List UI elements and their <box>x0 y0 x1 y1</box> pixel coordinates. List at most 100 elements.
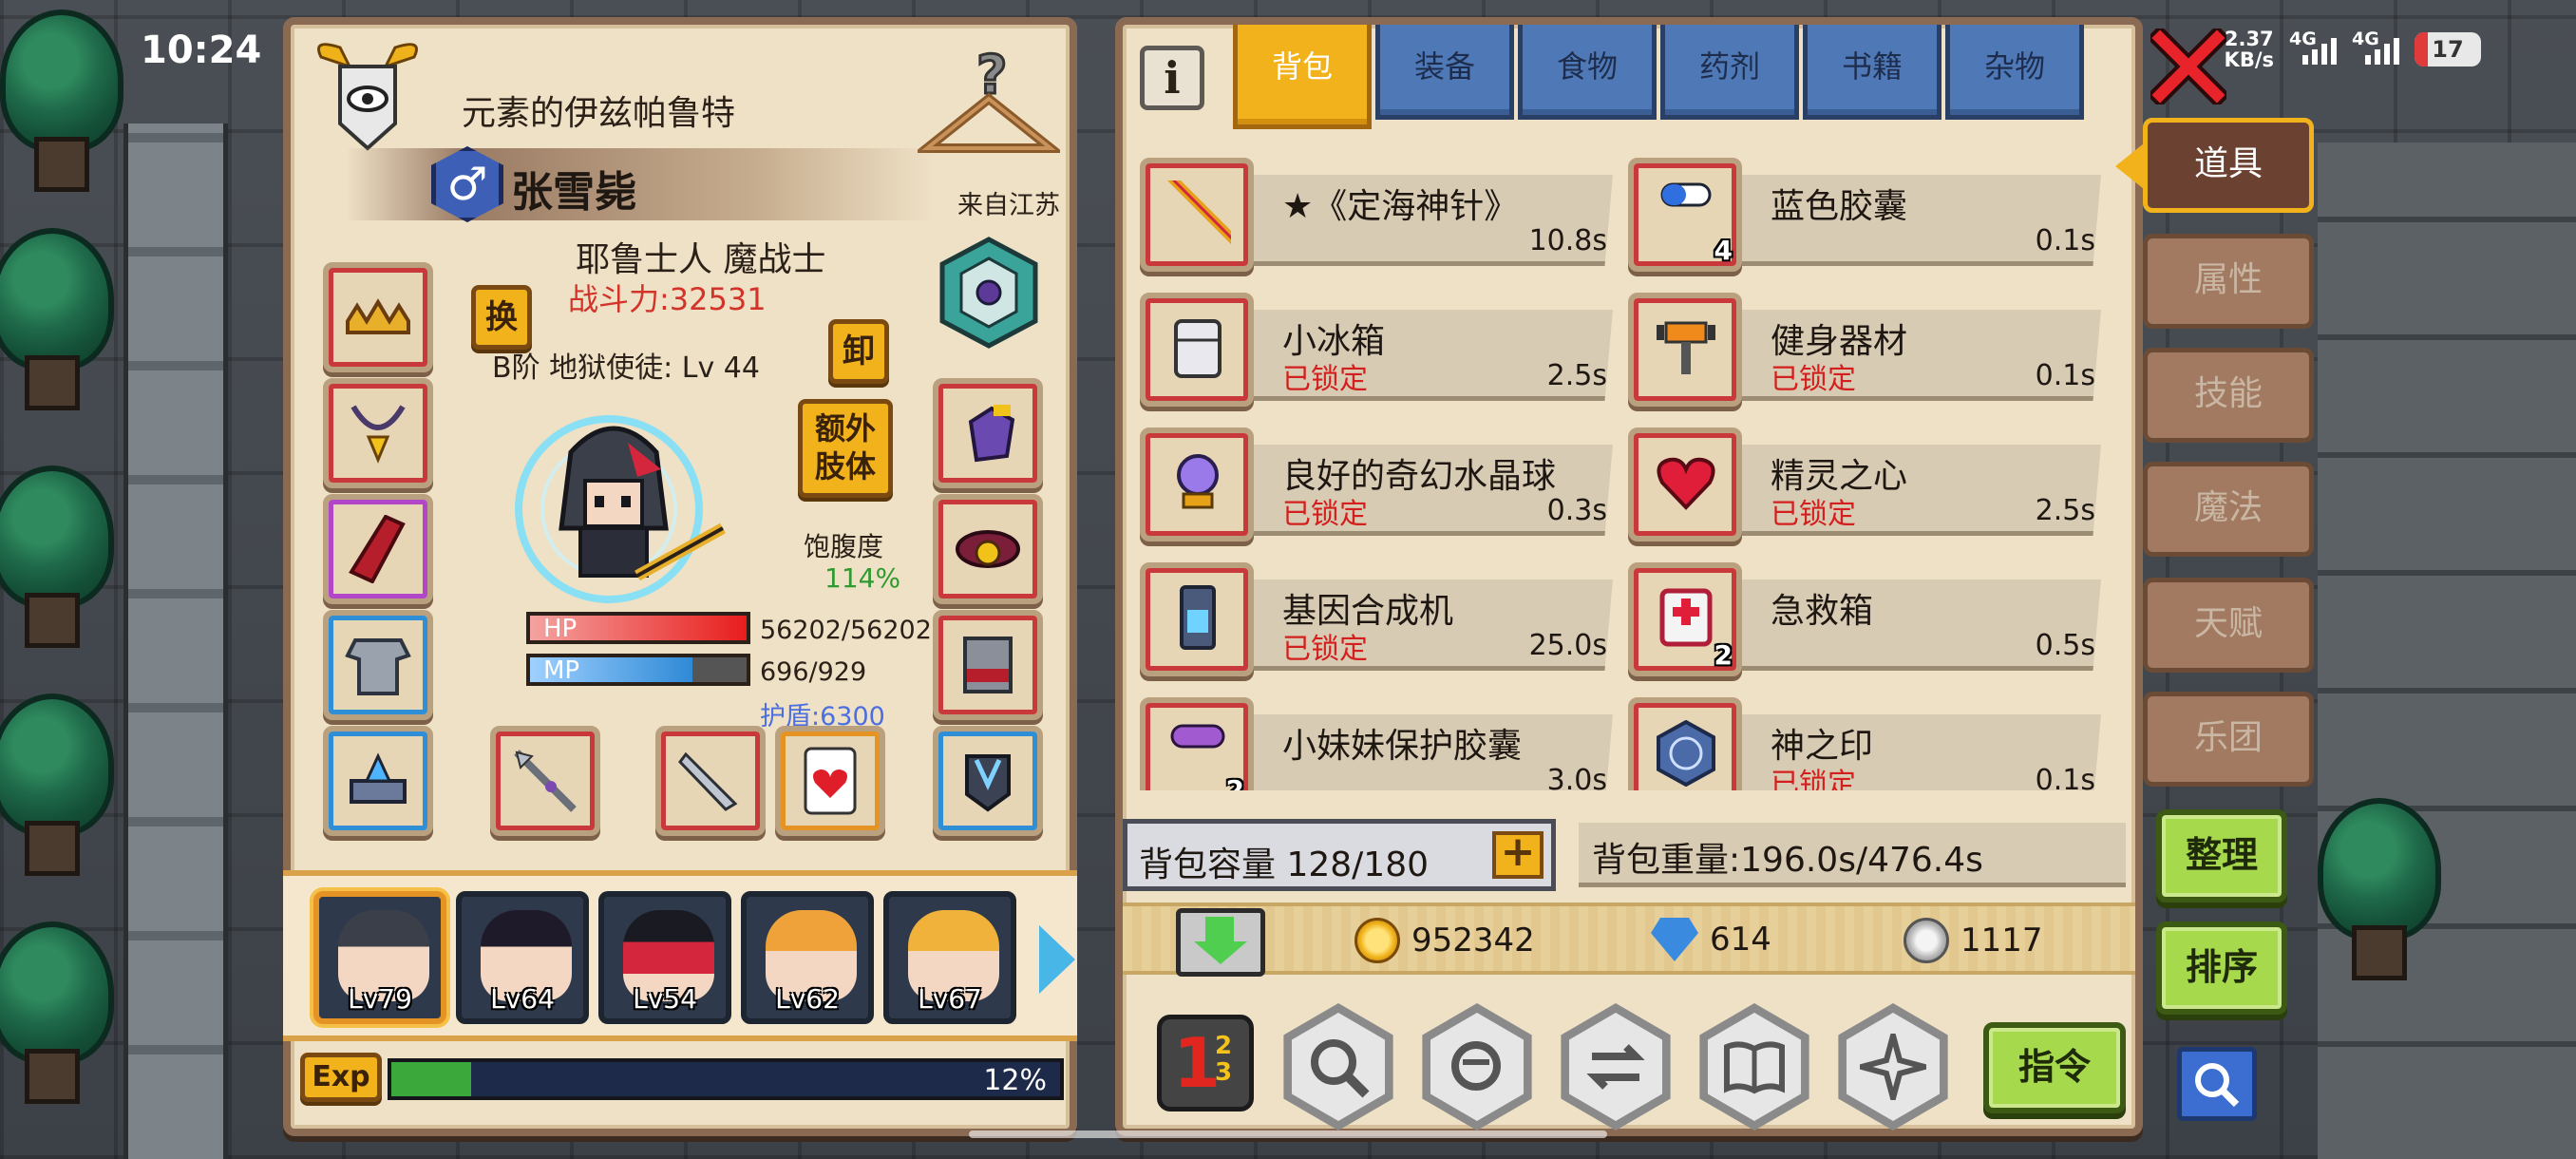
necklace-icon <box>350 405 406 464</box>
item-locked: 已锁定 <box>1771 768 1856 790</box>
item-weight: 0.1s <box>2035 359 2095 392</box>
quickslot-number-icon[interactable] <box>1157 1015 1254 1112</box>
tree-decoration <box>0 922 114 1104</box>
tree-decoration <box>0 10 123 192</box>
close-icon[interactable] <box>2150 28 2226 104</box>
search-icon <box>1451 1041 1501 1091</box>
command-button[interactable]: 指令 <box>1983 1022 2126 1113</box>
download-icon[interactable] <box>1176 908 1265 977</box>
equip-slot-neck[interactable] <box>323 378 433 488</box>
character-panel: 元素的伊兹帕鲁特 ? ♂ 张雪毙 来自江苏 耶鲁士人 魔战士 战斗力:32531… <box>283 17 1077 1136</box>
item-weight: 2.5s <box>2035 494 2095 527</box>
equip-slot-weapon-main[interactable] <box>490 726 600 836</box>
party-member-level: Lv67 <box>918 983 982 1015</box>
party-next-arrow-icon[interactable] <box>1039 925 1075 994</box>
inventory-item[interactable]: 小冰箱 已锁定 2.5s <box>1140 293 1615 407</box>
equip-slot-boots[interactable] <box>933 726 1043 836</box>
item-weight: 3.0s <box>1546 764 1607 790</box>
tab-food[interactable]: 食物 <box>1518 25 1657 120</box>
extra-limb-button[interactable]: 额外 肢体 <box>798 399 893 498</box>
blade-icon <box>678 751 738 811</box>
transfer-button[interactable] <box>1561 1003 1671 1130</box>
inventory-item[interactable]: 精灵之心 已锁定 2.5s <box>1628 428 2103 542</box>
inventory-panel: i 背包 装备 食物 药剂 书籍 杂物 ★《定海神针》 10.8s 4 蓝色胶囊 <box>1115 17 2143 1136</box>
equip-slot-armor[interactable] <box>323 610 433 720</box>
swap-button[interactable]: 换 <box>471 285 532 350</box>
exp-bar-container: Exp 12% <box>300 1049 1071 1106</box>
exp-bar-fill <box>391 1062 472 1096</box>
equip-slot-gloves[interactable] <box>933 378 1043 488</box>
skull-collar-icon <box>956 530 1020 568</box>
expand-capacity-button[interactable]: + <box>1492 831 1544 879</box>
sort-button[interactable]: 排序 <box>2156 922 2287 1015</box>
tab-backpack[interactable]: 背包 <box>1233 25 1372 129</box>
equip-slot-belt[interactable] <box>323 726 433 836</box>
info-button[interactable]: i <box>1140 46 1204 110</box>
race-class: 耶鲁士人 魔战士 <box>576 240 826 279</box>
combat-power: 战斗力:32531 <box>568 281 767 317</box>
inventory-item[interactable]: 4 蓝色胶囊 0.1s <box>1628 158 2103 272</box>
side-tab-attributes[interactable]: 属性 <box>2143 234 2314 329</box>
organize-button[interactable]: 整理 <box>2156 809 2287 902</box>
battery-icon: 17 <box>2415 32 2481 66</box>
heart-icon <box>1657 457 1715 510</box>
party-member[interactable]: Lv64 <box>456 891 589 1024</box>
search-item-button[interactable] <box>1422 1003 1532 1130</box>
weight-box: 背包重量:196.0s/476.4s <box>1579 823 2126 887</box>
auto-button[interactable] <box>1838 1003 1948 1130</box>
capacity-box: 背包容量 128/180 + <box>1123 819 1556 891</box>
guild-name: 元素的伊兹帕鲁特 <box>462 94 736 133</box>
inventory-item[interactable]: 良好的奇幻水晶球 已锁定 0.3s <box>1140 428 1615 542</box>
item-name: 小妹妹保护胶囊 <box>1282 727 1523 766</box>
search-button[interactable] <box>2177 1047 2257 1121</box>
hp-value: 56202/56202 <box>760 616 932 645</box>
tab-equipment[interactable]: 装备 <box>1375 25 1514 120</box>
guild-emblem-icon <box>317 43 418 151</box>
crystal-belt-icon <box>350 752 407 804</box>
party-member[interactable]: Lv67 <box>883 891 1016 1024</box>
magnifier-icon <box>1311 1039 1370 1098</box>
party-member-level: Lv62 <box>775 983 840 1015</box>
side-tab-skills[interactable]: 技能 <box>2143 348 2314 443</box>
stone-room <box>2318 142 2576 1159</box>
hero-sprite <box>515 415 726 603</box>
inventory-item[interactable]: 2 急救箱 0.5s <box>1628 562 2103 676</box>
equip-slot-ring[interactable] <box>933 494 1043 604</box>
character-name: 张雪毙 <box>511 168 636 217</box>
tab-potions[interactable]: 药剂 <box>1660 25 1799 120</box>
equip-slot-legs[interactable] <box>933 610 1043 720</box>
equip-slot-card[interactable] <box>775 726 885 836</box>
item-weight: 0.5s <box>2035 629 2095 662</box>
party-member[interactable]: Lv62 <box>741 891 874 1024</box>
party-member[interactable]: Lv54 <box>598 891 731 1024</box>
sapphire-shield-icon[interactable] <box>937 236 1041 350</box>
satiety-value: 114% <box>824 562 901 594</box>
thorn-crown-icon <box>346 298 410 334</box>
side-tab-band[interactable]: 乐团 <box>2143 692 2314 787</box>
side-tab-talent[interactable]: 天赋 <box>2143 578 2314 673</box>
item-slot <box>1628 697 1742 790</box>
party-member[interactable]: Lv79 <box>313 891 446 1024</box>
manual-button[interactable] <box>1699 1003 1809 1130</box>
item-weight: 25.0s <box>1528 629 1607 662</box>
item-slot <box>1628 293 1742 407</box>
system-indicators: 2.37 KB/s 4G 4G 17 <box>2225 28 2481 70</box>
gene-synthesizer-icon <box>1180 585 1216 650</box>
inventory-item[interactable]: 基因合成机 已锁定 25.0s <box>1140 562 1615 676</box>
inventory-item[interactable]: ★《定海神针》 10.8s <box>1140 158 1615 272</box>
side-tab-magic[interactable]: 魔法 <box>2143 462 2314 557</box>
tab-books[interactable]: 书籍 <box>1803 25 1941 120</box>
side-tab-items[interactable]: 道具 <box>2115 118 2314 213</box>
mp-label: MP <box>543 656 580 685</box>
wardrobe-hanger-icon[interactable]: ? <box>918 44 1060 167</box>
inventory-item[interactable]: 神之印 已锁定 0.1s <box>1628 697 2103 790</box>
equip-slot-cape[interactable] <box>323 494 433 604</box>
equip-slot-weapon-off[interactable] <box>655 726 766 836</box>
inspect-button[interactable] <box>1283 1003 1393 1130</box>
inventory-item[interactable]: 健身器材 已锁定 0.1s <box>1628 293 2103 407</box>
equip-slot-head[interactable] <box>323 262 433 372</box>
inventory-item[interactable]: 2 小妹妹保护胶囊 3.0s <box>1140 697 1615 790</box>
mp-bar: MP <box>526 654 750 686</box>
tab-misc[interactable]: 杂物 <box>1945 25 2084 120</box>
unequip-button[interactable]: 卸 <box>828 319 889 384</box>
